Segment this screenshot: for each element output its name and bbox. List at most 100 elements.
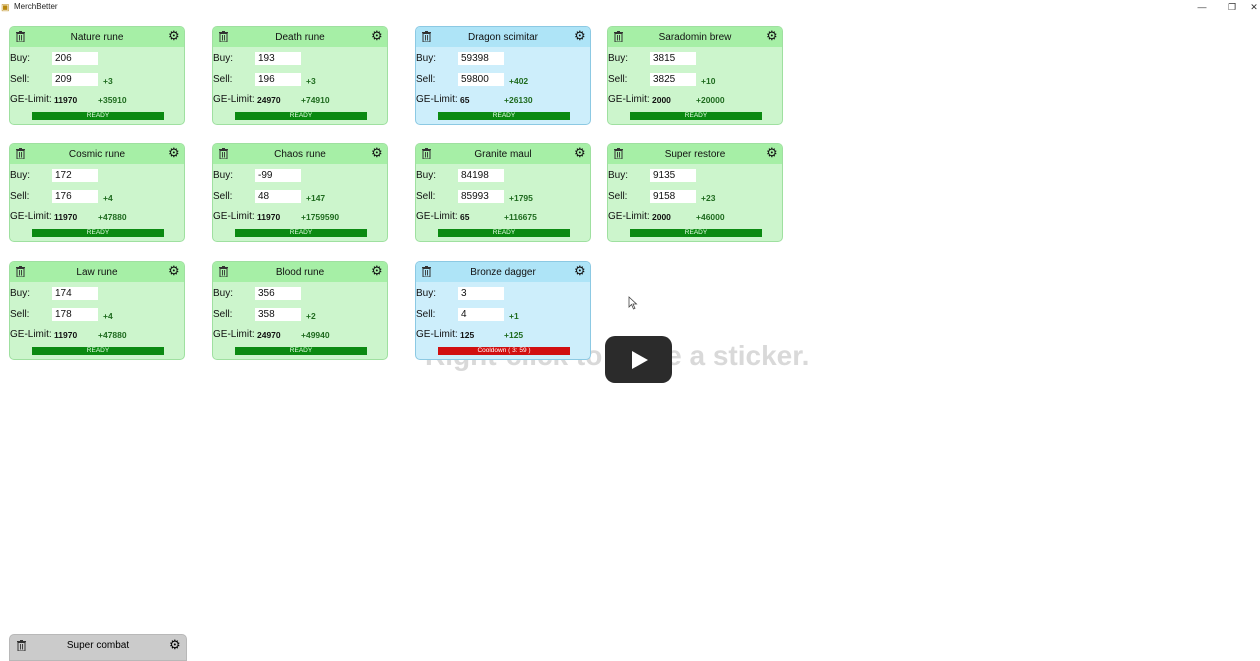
margin-value: +147: [306, 193, 326, 203]
buy-price-input[interactable]: 356: [255, 287, 301, 300]
limit-profit-value: +35910: [98, 95, 127, 105]
sell-price-input[interactable]: 358: [255, 308, 301, 321]
status-bar: Cooldown ( 3: 59 ): [438, 347, 570, 355]
sticker-name: Death rune: [275, 32, 325, 43]
restore-button[interactable]: ❐: [1222, 0, 1242, 14]
ge-limit-value: 24970: [257, 95, 281, 105]
sticker-name: Blood rune: [275, 267, 325, 278]
sticker-name: Chaos rune: [274, 149, 326, 160]
buy-label: Buy:: [10, 53, 31, 64]
gear-icon[interactable]: ⚙: [371, 146, 383, 160]
sell-price-input[interactable]: 85993: [458, 190, 504, 203]
sticker-name: Law rune: [76, 267, 118, 278]
buy-price-input[interactable]: 3: [458, 287, 504, 300]
play-icon: [632, 351, 648, 369]
limit-profit-value: +46000: [696, 212, 725, 222]
limit-profit-value: +74910: [301, 95, 330, 105]
ge-limit-value: 11970: [54, 330, 78, 340]
sell-price-input[interactable]: 59800: [458, 73, 504, 86]
sell-price-input[interactable]: 9158: [650, 190, 696, 203]
gear-icon[interactable]: ⚙: [574, 29, 586, 43]
sticker-name: Nature rune: [70, 32, 124, 43]
sell-price-input[interactable]: 196: [255, 73, 301, 86]
buy-label: Buy:: [213, 288, 234, 299]
sell-label: Sell:: [416, 191, 436, 202]
sticker-name: Super combat: [66, 640, 130, 651]
sticker-card[interactable]: Bronze dagger ⚙ Buy: 3 Sell: 4 +1 GE-Limit: 125 +…: [415, 261, 591, 360]
gear-icon[interactable]: ⚙: [168, 264, 180, 278]
gear-icon[interactable]: ⚙: [574, 264, 586, 278]
gear-icon[interactable]: ⚙: [168, 29, 180, 43]
buy-price-input[interactable]: 174: [52, 287, 98, 300]
status-bar: READY: [630, 112, 762, 120]
status-bar: READY: [630, 229, 762, 237]
ge-limit-label: GE-Limit:: [608, 211, 650, 222]
buy-price-input[interactable]: 9135: [650, 169, 696, 182]
gear-icon[interactable]: ⚙: [168, 146, 180, 160]
sticker-card[interactable]: Granite maul ⚙ Buy: 84198 Sell: 85993 +1795 GE-…: [415, 143, 591, 242]
gear-icon[interactable]: ⚙: [169, 637, 181, 653]
mouse-cursor-icon: [628, 296, 638, 310]
buy-price-input[interactable]: 84198: [458, 169, 504, 182]
close-button[interactable]: ✕: [1248, 0, 1260, 14]
ge-limit-label: GE-Limit:: [213, 329, 255, 340]
ge-limit-label: GE-Limit:: [416, 94, 458, 105]
ge-limit-label: GE-Limit:: [10, 94, 52, 105]
limit-profit-value: +49940: [301, 330, 330, 340]
buy-price-input[interactable]: 3815: [650, 52, 696, 65]
buy-price-input[interactable]: 193: [255, 52, 301, 65]
buy-label: Buy:: [10, 288, 31, 299]
limit-profit-value: +47880: [98, 330, 127, 340]
sell-price-input[interactable]: 3825: [650, 73, 696, 86]
sell-price-input[interactable]: 176: [52, 190, 98, 203]
buy-price-input[interactable]: -99: [255, 169, 301, 182]
sticker-card[interactable]: Law rune ⚙ Buy: 174 Sell: 178 +4 GE-Limit: 11970…: [9, 261, 185, 360]
sticker-header: Dragon scimitar ⚙: [416, 27, 590, 47]
buy-label: Buy:: [10, 170, 31, 181]
ge-limit-value: 2000: [652, 212, 671, 222]
sell-price-input[interactable]: 48: [255, 190, 301, 203]
ge-limit-value: 2000: [652, 95, 671, 105]
buy-label: Buy:: [416, 170, 437, 181]
sticker-card[interactable]: Saradomin brew ⚙ Buy: 3815 Sell: 3825 +10 GE-Li…: [607, 26, 783, 125]
sticker-name: Super restore: [664, 149, 726, 160]
buy-label: Buy:: [608, 53, 629, 64]
gear-icon[interactable]: ⚙: [766, 29, 778, 43]
ge-limit-label: GE-Limit:: [213, 211, 255, 222]
sticker-card[interactable]: Nature rune ⚙ Buy: 206 Sell: 209 +3 GE-Limit: 11…: [9, 26, 185, 125]
sell-label: Sell:: [416, 309, 436, 320]
sell-label: Sell:: [213, 191, 233, 202]
sell-price-input[interactable]: 178: [52, 308, 98, 321]
sticker-name: Cosmic rune: [68, 149, 126, 160]
gear-icon[interactable]: ⚙: [371, 264, 383, 278]
gear-icon[interactable]: ⚙: [574, 146, 586, 160]
sell-label: Sell:: [10, 74, 30, 85]
sticker-card[interactable]: Chaos rune ⚙ Buy: -99 Sell: 48 +147 GE-Limit: 11…: [212, 143, 388, 242]
status-bar: READY: [438, 112, 570, 120]
buy-price-input[interactable]: 206: [52, 52, 98, 65]
margin-value: +10: [701, 76, 716, 86]
sticker-card[interactable]: Blood rune ⚙ Buy: 356 Sell: 358 +2 GE-Limit: 249…: [212, 261, 388, 360]
gear-icon[interactable]: ⚙: [766, 146, 778, 160]
minimize-button[interactable]: —: [1192, 0, 1212, 14]
sticker-header: Death rune ⚙: [213, 27, 387, 47]
buy-price-input[interactable]: 59398: [458, 52, 504, 65]
ge-limit-value: 65: [460, 212, 470, 222]
buy-price-input[interactable]: 172: [52, 169, 98, 182]
sell-label: Sell:: [10, 309, 30, 320]
sell-price-input[interactable]: 209: [52, 73, 98, 86]
sticker-name: Dragon scimitar: [467, 32, 539, 43]
sticker-card[interactable]: Cosmic rune ⚙ Buy: 172 Sell: 176 +4 GE-Limit: 11…: [9, 143, 185, 242]
sticker-card[interactable]: Dragon scimitar ⚙ Buy: 59398 Sell: 59800 +402 G…: [415, 26, 591, 125]
sticker-card[interactable]: Super restore ⚙ Buy: 9135 Sell: 9158 +23 GE-Lim…: [607, 143, 783, 242]
ge-limit-label: GE-Limit:: [608, 94, 650, 105]
sticker-card-partial[interactable]: Super combat ⚙: [9, 634, 187, 661]
sell-price-input[interactable]: 4: [458, 308, 504, 321]
status-bar: READY: [32, 229, 164, 237]
sticker-name: Saradomin brew: [658, 32, 732, 43]
gear-icon[interactable]: ⚙: [371, 29, 383, 43]
sticker-card[interactable]: Death rune ⚙ Buy: 193 Sell: 196 +3 GE-Limit: 249…: [212, 26, 388, 125]
status-bar: READY: [32, 112, 164, 120]
video-play-button[interactable]: [605, 336, 672, 383]
sell-label: Sell:: [213, 74, 233, 85]
